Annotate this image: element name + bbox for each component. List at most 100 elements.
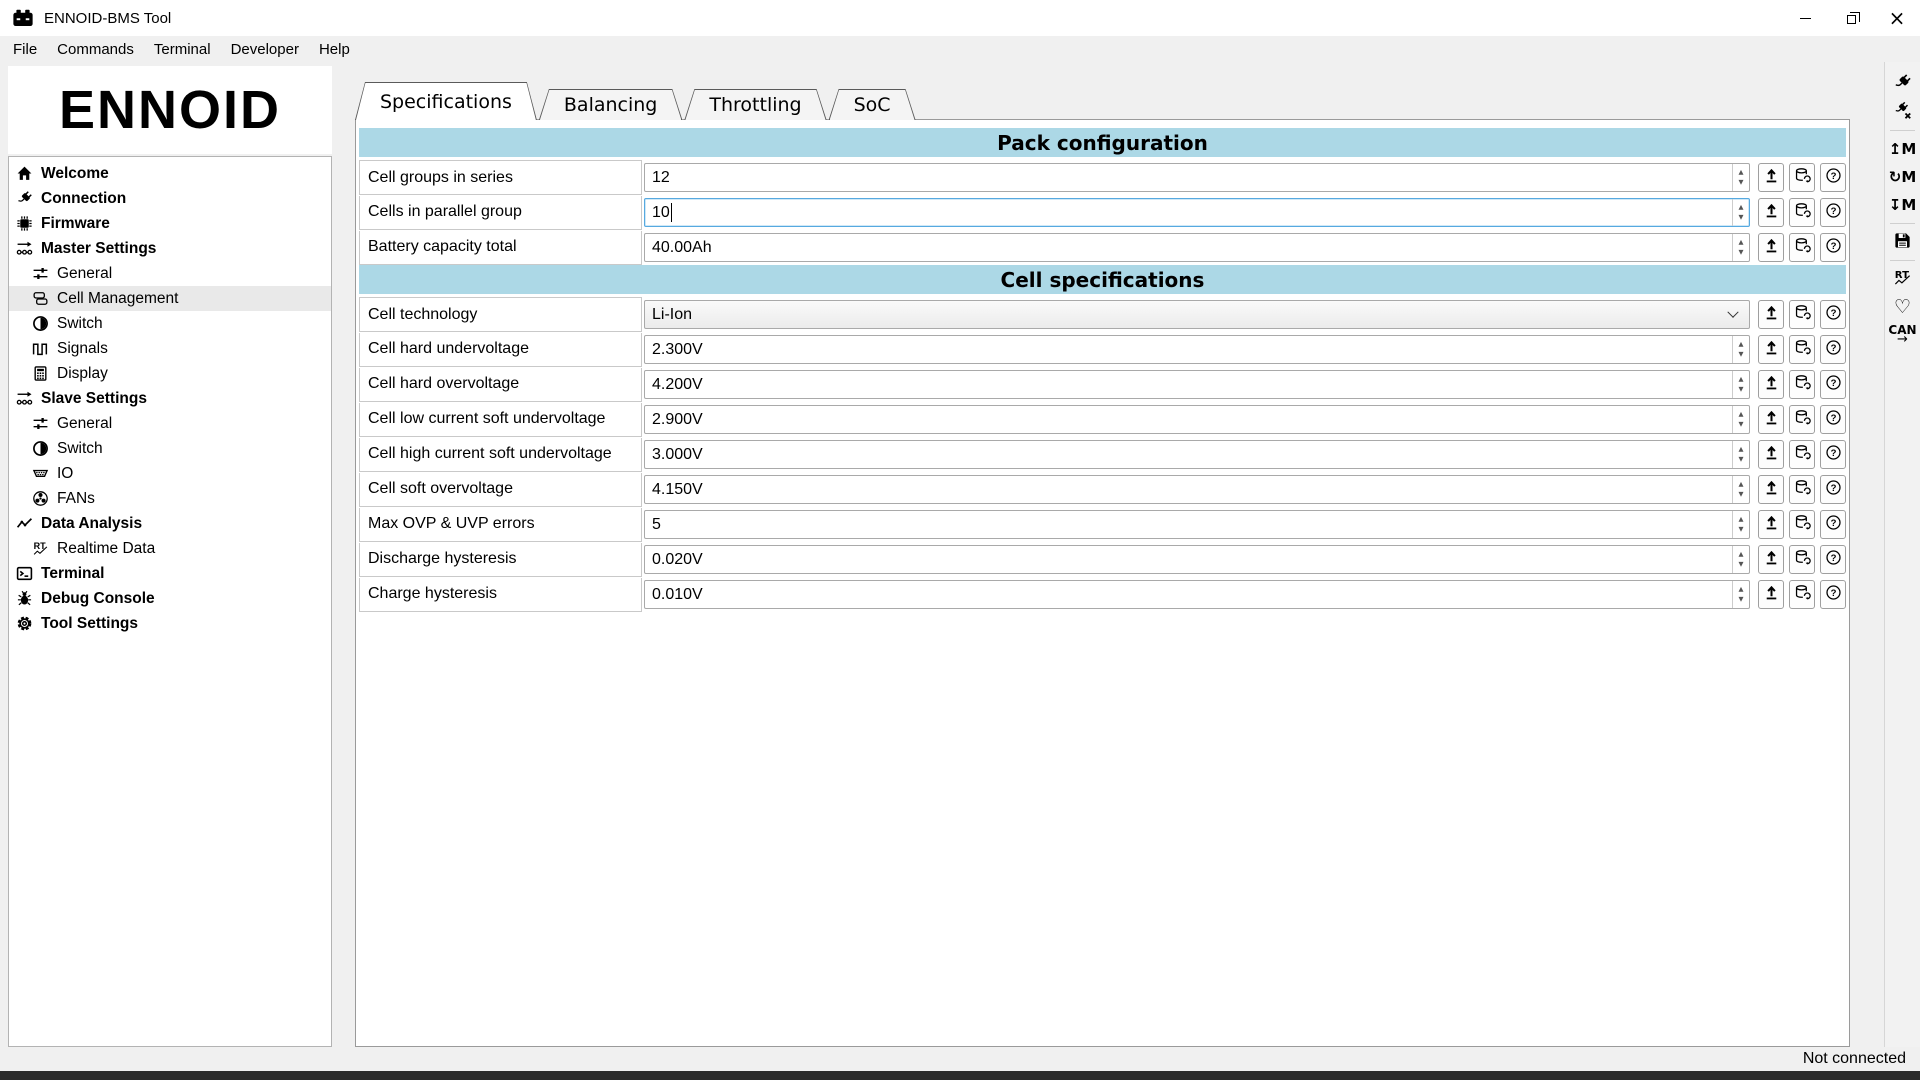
save-button[interactable]: [1885, 228, 1920, 256]
upload-button[interactable]: [1758, 475, 1784, 504]
spin-input-cell-hard-undervoltage[interactable]: 2.300V▲▼: [644, 335, 1750, 364]
help-button[interactable]: ?: [1820, 545, 1846, 574]
help-button[interactable]: ?: [1820, 300, 1846, 329]
spin-down-icon[interactable]: ▼: [1739, 525, 1744, 535]
upload-button[interactable]: [1758, 163, 1784, 192]
spin-up-icon[interactable]: ▲: [1739, 445, 1744, 455]
db-refresh-button[interactable]: [1789, 580, 1815, 609]
tab-specifications[interactable]: Specifications: [355, 82, 537, 120]
db-refresh-button[interactable]: [1789, 370, 1815, 399]
sidebar-item-slave-settings[interactable]: Slave Settings: [9, 386, 331, 411]
spin-down-icon[interactable]: ▼: [1739, 420, 1744, 430]
spin-down-icon[interactable]: ▼: [1739, 350, 1744, 360]
spin-input-discharge-hysteresis[interactable]: 0.020V▲▼: [644, 545, 1750, 574]
spin-down-icon[interactable]: ▼: [1739, 455, 1744, 465]
sidebar-item-data-analysis[interactable]: Data Analysis: [9, 511, 331, 536]
spin-input-battery-capacity-total[interactable]: 40.00Ah▲▼: [644, 233, 1750, 262]
spin-input-cell-soft-overvoltage[interactable]: 4.150V▲▼: [644, 475, 1750, 504]
spin-up-icon[interactable]: ▲: [1739, 585, 1744, 595]
spin-buttons[interactable]: ▲▼: [1732, 199, 1749, 226]
sidebar-item-firmware[interactable]: Firmware: [9, 211, 331, 236]
spin-buttons[interactable]: ▲▼: [1732, 581, 1749, 608]
upload-button[interactable]: [1758, 510, 1784, 539]
upload-m-button[interactable]: ↥M: [1885, 135, 1920, 163]
realtime-button[interactable]: RT: [1885, 265, 1920, 293]
sidebar-item-connection[interactable]: Connection: [9, 186, 331, 211]
spin-up-icon[interactable]: ▲: [1739, 375, 1744, 385]
menu-item-file[interactable]: File: [3, 37, 47, 61]
help-button[interactable]: ?: [1820, 475, 1846, 504]
dropdown-cell-technology[interactable]: Li-Ion: [644, 300, 1750, 329]
spin-up-icon[interactable]: ▲: [1739, 480, 1744, 490]
spin-up-icon[interactable]: ▲: [1739, 515, 1744, 525]
upload-button[interactable]: [1758, 198, 1784, 227]
menu-item-commands[interactable]: Commands: [47, 37, 144, 61]
db-refresh-button[interactable]: [1789, 545, 1815, 574]
upload-button[interactable]: [1758, 545, 1784, 574]
spin-buttons[interactable]: ▲▼: [1732, 336, 1749, 363]
download-m-button[interactable]: ↧M: [1885, 191, 1920, 219]
spin-input-cell-groups-in-series[interactable]: 12▲▼: [644, 163, 1750, 192]
spin-up-icon[interactable]: ▲: [1739, 340, 1744, 350]
spin-buttons[interactable]: ▲▼: [1732, 406, 1749, 433]
help-button[interactable]: ?: [1820, 370, 1846, 399]
sidebar-item-realtime-data[interactable]: RTRealtime Data: [9, 536, 331, 561]
spin-buttons[interactable]: ▲▼: [1732, 511, 1749, 538]
tab-throttling[interactable]: Throttling: [684, 89, 826, 120]
spin-input-cell-high-current-soft-undervoltage[interactable]: 3.000V▲▼: [644, 440, 1750, 469]
upload-button[interactable]: [1758, 233, 1784, 262]
sidebar-item-switch[interactable]: Switch: [9, 436, 331, 461]
upload-button[interactable]: [1758, 440, 1784, 469]
sidebar-item-display[interactable]: Display: [9, 361, 331, 386]
menu-item-developer[interactable]: Developer: [221, 37, 309, 61]
spin-up-icon[interactable]: ▲: [1739, 168, 1744, 178]
can-button[interactable]: CAN→: [1885, 321, 1920, 349]
db-refresh-button[interactable]: [1789, 233, 1815, 262]
help-button[interactable]: ?: [1820, 405, 1846, 434]
help-button[interactable]: ?: [1820, 510, 1846, 539]
upload-button[interactable]: [1758, 370, 1784, 399]
spin-down-icon[interactable]: ▼: [1739, 490, 1744, 500]
spin-down-icon[interactable]: ▼: [1739, 385, 1744, 395]
db-refresh-button[interactable]: [1789, 405, 1815, 434]
db-refresh-button[interactable]: [1789, 335, 1815, 364]
sidebar-item-io[interactable]: IO: [9, 461, 331, 486]
spin-buttons[interactable]: ▲▼: [1732, 476, 1749, 503]
spin-input-charge-hysteresis[interactable]: 0.010V▲▼: [644, 580, 1750, 609]
spin-up-icon[interactable]: ▲: [1739, 410, 1744, 420]
spin-input-cells-in-parallel-group[interactable]: 10▲▼: [644, 198, 1750, 227]
spin-input-cell-low-current-soft-undervoltage[interactable]: 2.900V▲▼: [644, 405, 1750, 434]
help-button[interactable]: ?: [1820, 163, 1846, 192]
sidebar-item-welcome[interactable]: Welcome: [9, 161, 331, 186]
upload-button[interactable]: [1758, 405, 1784, 434]
sidebar-item-signals[interactable]: Signals: [9, 336, 331, 361]
db-refresh-button[interactable]: [1789, 198, 1815, 227]
spin-up-icon[interactable]: ▲: [1739, 203, 1744, 213]
db-refresh-button[interactable]: [1789, 440, 1815, 469]
spin-up-icon[interactable]: ▲: [1739, 550, 1744, 560]
heart-button[interactable]: ♡: [1885, 293, 1920, 321]
tab-soc[interactable]: SoC: [829, 89, 916, 120]
sidebar-item-switch[interactable]: Switch: [9, 311, 331, 336]
spin-buttons[interactable]: ▲▼: [1732, 371, 1749, 398]
help-button[interactable]: ?: [1820, 580, 1846, 609]
db-refresh-button[interactable]: [1789, 300, 1815, 329]
menu-item-terminal[interactable]: Terminal: [144, 37, 221, 61]
tab-balancing[interactable]: Balancing: [539, 89, 682, 120]
spin-input-max-ovp-uvp-errors[interactable]: 5▲▼: [644, 510, 1750, 539]
upload-button[interactable]: [1758, 335, 1784, 364]
refresh-m-button[interactable]: ↻M: [1885, 163, 1920, 191]
db-refresh-button[interactable]: [1789, 163, 1815, 192]
spin-buttons[interactable]: ▲▼: [1732, 546, 1749, 573]
menu-item-help[interactable]: Help: [309, 37, 360, 61]
close-button[interactable]: ×: [1874, 0, 1920, 36]
help-button[interactable]: ?: [1820, 233, 1846, 262]
spin-input-cell-hard-overvoltage[interactable]: 4.200V▲▼: [644, 370, 1750, 399]
sidebar-item-tool-settings[interactable]: Tool Settings: [9, 611, 331, 636]
spin-down-icon[interactable]: ▼: [1739, 178, 1744, 188]
spin-down-icon[interactable]: ▼: [1739, 595, 1744, 605]
db-refresh-button[interactable]: [1789, 510, 1815, 539]
restore-button[interactable]: [1828, 0, 1874, 36]
sidebar-item-master-settings[interactable]: Master Settings: [9, 236, 331, 261]
sidebar-item-cell-management[interactable]: Cell Management: [9, 286, 331, 311]
